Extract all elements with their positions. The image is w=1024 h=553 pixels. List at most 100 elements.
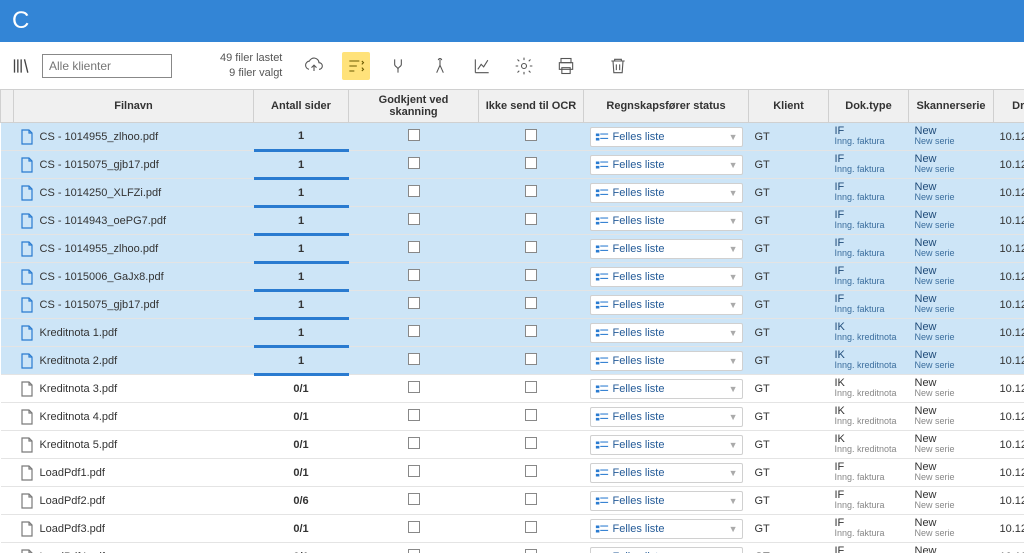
settings-button[interactable] [510, 52, 538, 80]
split-button[interactable] [426, 52, 454, 80]
status-dropdown[interactable]: Felles liste▼ [590, 183, 743, 203]
table-row[interactable]: Kreditnota 4.pdf 0/1 Felles liste▼ GT IK… [1, 403, 1024, 431]
print-button[interactable] [552, 52, 580, 80]
no-ocr-checkbox[interactable] [525, 409, 537, 421]
table-row[interactable]: CS - 1015006_GaJx8.pdf 1 Felles liste▼ G… [1, 263, 1024, 291]
upload-button[interactable] [300, 52, 328, 80]
col-doktype[interactable]: Dok.type [829, 90, 909, 123]
status-dropdown[interactable]: Felles liste▼ [590, 519, 743, 539]
table-row[interactable]: Kreditnota 2.pdf 1 Felles liste▼ GT IKIn… [1, 347, 1024, 375]
dropped-date: 10.12.2018 15:28 [1000, 131, 1024, 143]
approved-checkbox[interactable] [408, 241, 420, 253]
no-ocr-checkbox[interactable] [525, 549, 537, 553]
no-ocr-checkbox[interactable] [525, 157, 537, 169]
approved-checkbox[interactable] [408, 409, 420, 421]
status-dropdown[interactable]: Felles liste▼ [590, 155, 743, 175]
table-row[interactable]: Kreditnota 5.pdf 0/1 Felles liste▼ GT IK… [1, 431, 1024, 459]
no-ocr-checkbox[interactable] [525, 213, 537, 225]
status-dropdown[interactable]: Felles liste▼ [590, 491, 743, 511]
approved-checkbox[interactable] [408, 381, 420, 393]
col-client[interactable]: Klient [749, 90, 829, 123]
col-status[interactable]: Regnskapsfører status [584, 90, 749, 123]
approved-checkbox[interactable] [408, 129, 420, 141]
status-dropdown[interactable]: Felles liste▼ [590, 295, 743, 315]
col-approved[interactable]: Godkjent ved skanning [349, 90, 479, 123]
col-skanner[interactable]: Skannerserie [909, 90, 994, 123]
status-dropdown[interactable]: Felles liste▼ [590, 463, 743, 483]
chart-button[interactable] [468, 52, 496, 80]
no-ocr-checkbox[interactable] [525, 353, 537, 365]
col-pages[interactable]: Antall sider [254, 90, 349, 123]
no-ocr-checkbox[interactable] [525, 297, 537, 309]
status-dropdown[interactable]: Felles liste▼ [590, 211, 743, 231]
table-row[interactable]: CS - 1014955_zlhoo.pdf 1 Felles liste▼ G… [1, 235, 1024, 263]
file-icon [20, 521, 34, 537]
approved-checkbox[interactable] [408, 297, 420, 309]
status-dropdown[interactable]: Felles liste▼ [590, 407, 743, 427]
col-checkbox[interactable] [1, 90, 14, 123]
status-dropdown[interactable]: Felles liste▼ [590, 435, 743, 455]
approved-checkbox[interactable] [408, 185, 420, 197]
approved-checkbox[interactable] [408, 269, 420, 281]
client-filter-input[interactable] [42, 54, 172, 78]
doktype-cell: IKInng. kreditnota [835, 434, 903, 455]
table-row[interactable]: CS - 1015075_gjb17.pdf 1 Felles liste▼ G… [1, 151, 1024, 179]
status-dropdown[interactable]: Felles liste▼ [590, 323, 743, 343]
filter-button[interactable] [342, 52, 370, 80]
status-dropdown[interactable]: Felles liste▼ [590, 379, 743, 399]
status-dropdown[interactable]: Felles liste▼ [590, 127, 743, 147]
client-text: GT [755, 131, 770, 143]
approved-checkbox[interactable] [408, 157, 420, 169]
col-dropped[interactable]: Dropped Dato [994, 90, 1024, 123]
approved-checkbox[interactable] [408, 325, 420, 337]
table-row[interactable]: CS - 1014943_oePG7.pdf 1 Felles liste▼ G… [1, 207, 1024, 235]
table-row[interactable]: CS - 1015075_gjb17.pdf 1 Felles liste▼ G… [1, 291, 1024, 319]
approved-checkbox[interactable] [408, 549, 420, 553]
page-count: 1 [298, 243, 304, 255]
no-ocr-checkbox[interactable] [525, 325, 537, 337]
dropped-date: 10.12.2018 15:29 [1000, 495, 1024, 507]
no-ocr-checkbox[interactable] [525, 185, 537, 197]
table-row[interactable]: LoadPdf2.pdf 0/6 Felles liste▼ GT IFInng… [1, 487, 1024, 515]
approved-checkbox[interactable] [408, 213, 420, 225]
filename-text: CS - 1014955_zlhoo.pdf [40, 131, 159, 143]
approved-checkbox[interactable] [408, 465, 420, 477]
merge-button[interactable] [384, 52, 412, 80]
table-row[interactable]: LoadPdf3.pdf 0/1 Felles liste▼ GT IFInng… [1, 515, 1024, 543]
col-filename[interactable]: Filnavn [14, 90, 254, 123]
page-count: 1 [298, 271, 304, 283]
no-ocr-checkbox[interactable] [525, 129, 537, 141]
col-no-ocr[interactable]: Ikke send til OCR [479, 90, 584, 123]
filename-text: Kreditnota 5.pdf [40, 439, 118, 451]
table-row[interactable]: CS - 1014955_zlhoo.pdf 1 Felles liste▼ G… [1, 123, 1024, 151]
library-icon[interactable] [10, 54, 34, 78]
table-row[interactable]: LoadPdf1.pdf 0/1 Felles liste▼ GT IFInng… [1, 459, 1024, 487]
table-row[interactable]: Kreditnota 3.pdf 0/1 Felles liste▼ GT IK… [1, 375, 1024, 403]
no-ocr-checkbox[interactable] [525, 437, 537, 449]
grid-scroll[interactable]: Filnavn Antall sider Godkjent ved skanni… [0, 90, 1024, 553]
approved-checkbox[interactable] [408, 493, 420, 505]
approved-checkbox[interactable] [408, 353, 420, 365]
table-row[interactable]: Kreditnota 1.pdf 1 Felles liste▼ GT IKIn… [1, 319, 1024, 347]
approved-checkbox[interactable] [408, 437, 420, 449]
status-label: Felles liste [613, 299, 665, 311]
no-ocr-checkbox[interactable] [525, 381, 537, 393]
approved-checkbox[interactable] [408, 521, 420, 533]
skanner-cell: NewNew serie [915, 350, 988, 371]
status-dropdown[interactable]: Felles liste▼ [590, 547, 743, 553]
status-label: Felles liste [613, 523, 665, 535]
no-ocr-checkbox[interactable] [525, 241, 537, 253]
no-ocr-checkbox[interactable] [525, 465, 537, 477]
page-count: 1 [298, 327, 304, 339]
no-ocr-checkbox[interactable] [525, 493, 537, 505]
status-dropdown[interactable]: Felles liste▼ [590, 351, 743, 371]
status-dropdown[interactable]: Felles liste▼ [590, 239, 743, 259]
no-ocr-checkbox[interactable] [525, 521, 537, 533]
table-row[interactable]: LoadPdf4.pdf 0/1 Felles liste▼ GT IFInng… [1, 543, 1024, 553]
table-row[interactable]: CS - 1014250_XLFZi.pdf 1 Felles liste▼ G… [1, 179, 1024, 207]
delete-button[interactable] [604, 52, 632, 80]
doktype-cell: IFInng. faktura [835, 462, 903, 483]
no-ocr-checkbox[interactable] [525, 269, 537, 281]
status-dropdown[interactable]: Felles liste▼ [590, 267, 743, 287]
skanner-cell: NewNew serie [915, 518, 988, 539]
